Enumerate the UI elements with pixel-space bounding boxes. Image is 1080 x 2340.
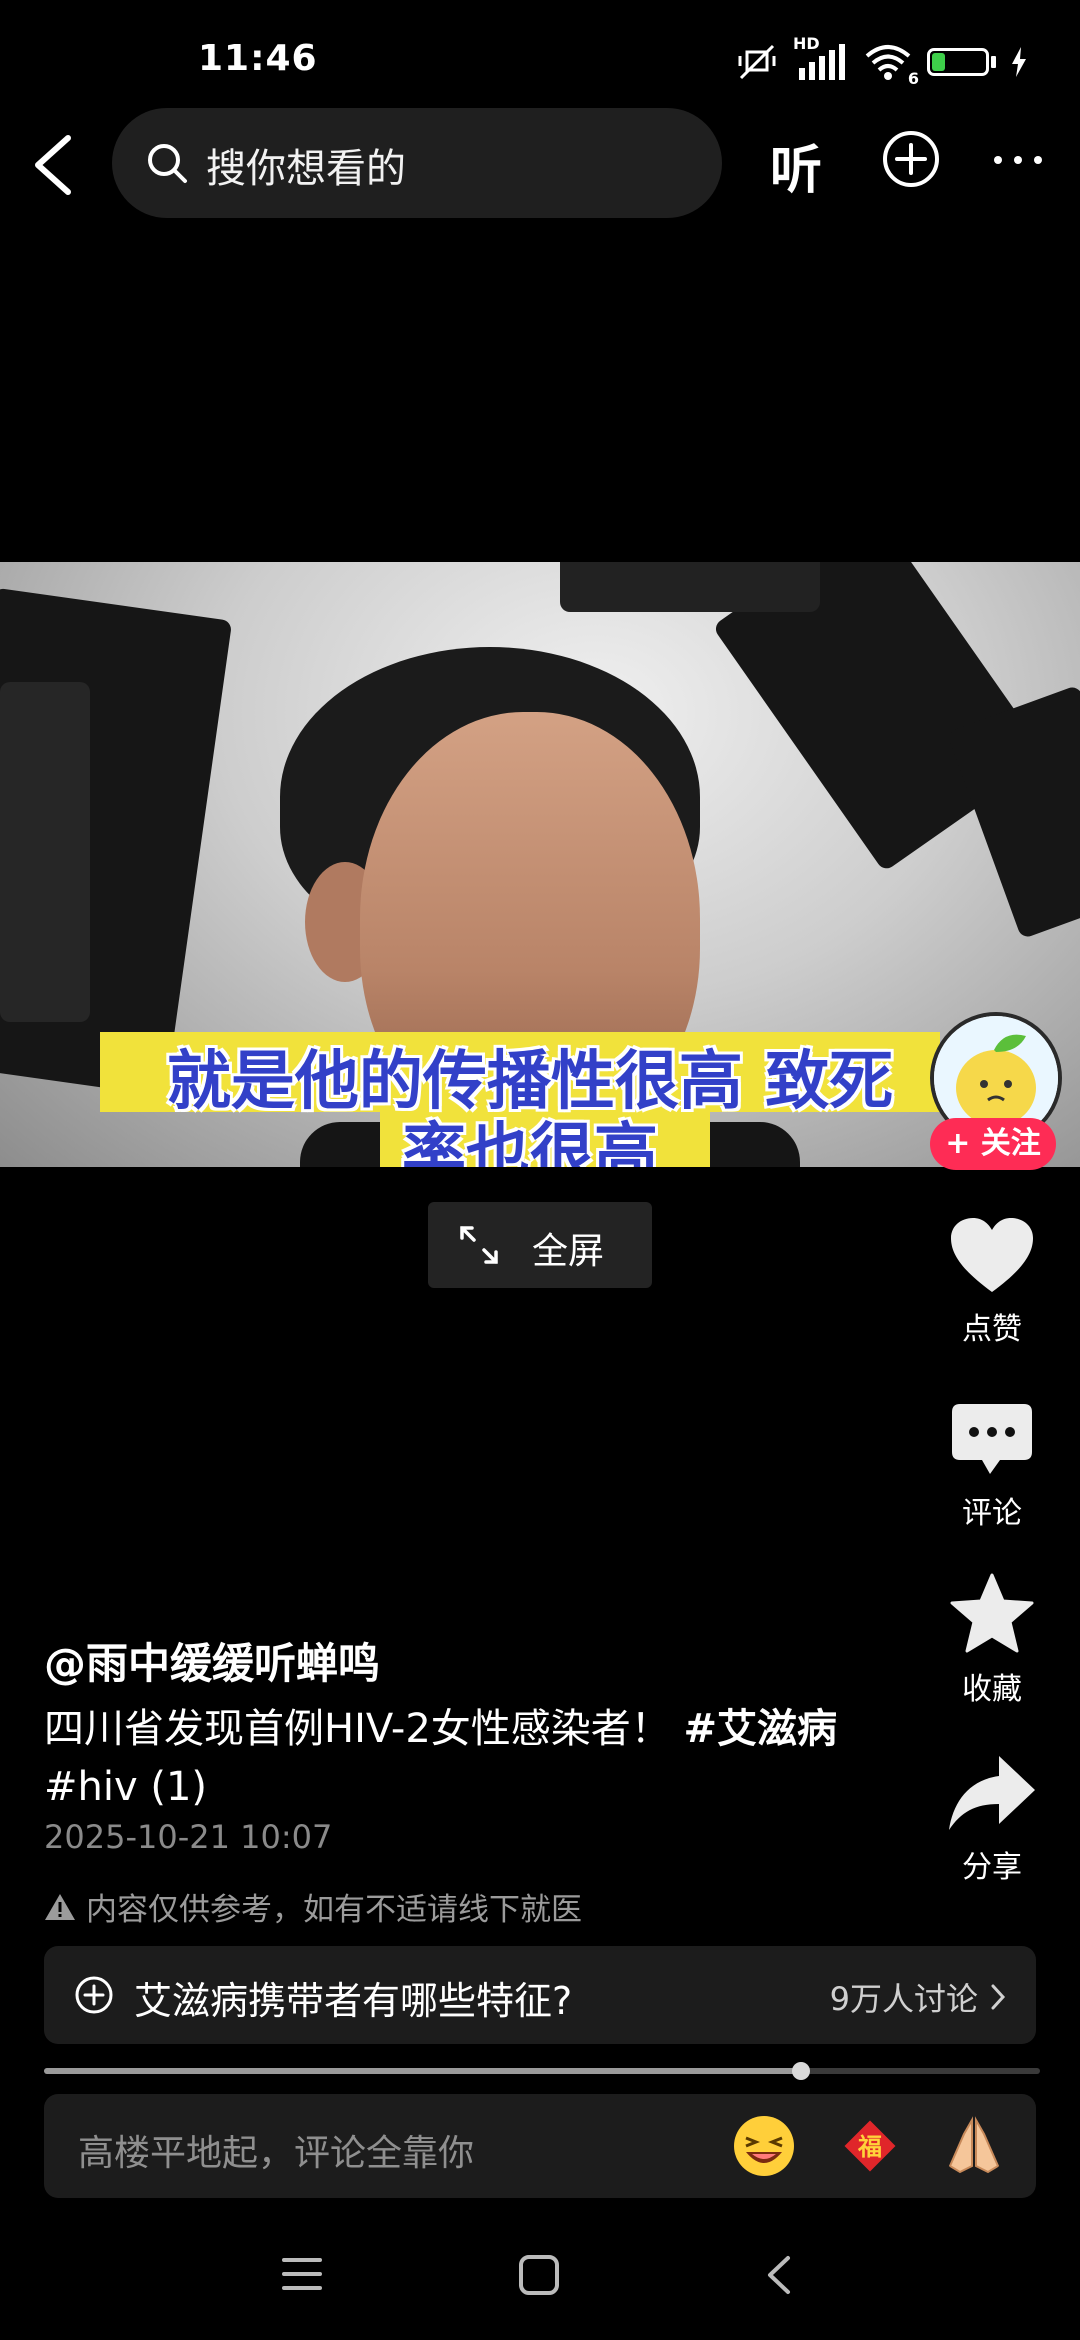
post-description: 四川省发现首例HIV-2女性感染者！ #艾滋病 #hiv (1) — [44, 1700, 874, 1816]
heart-icon — [951, 1218, 1033, 1292]
chevron-left-icon — [35, 135, 71, 195]
svg-text:福: 福 — [857, 2133, 882, 2161]
warning-icon — [45, 1893, 75, 1920]
pray-hands-emoji-icon[interactable] — [942, 2114, 1006, 2178]
listen-button[interactable]: 听 — [770, 128, 822, 203]
related-topic[interactable]: 艾滋病携带者有哪些特征? 9万人讨论 — [44, 1946, 1036, 2044]
expand-icon — [460, 1226, 498, 1264]
share-label: 分享 — [962, 1850, 1022, 1885]
search-placeholder: 搜你想看的 — [206, 146, 406, 192]
back-nav-icon[interactable] — [764, 2254, 792, 2296]
star-icon — [950, 1573, 1034, 1653]
plus-circle-icon — [75, 1976, 113, 2014]
hashtag-suffix: (1) — [137, 1764, 208, 1810]
fortune-emoji-icon[interactable]: 福 — [838, 2114, 902, 2178]
chevron-right-icon — [991, 1984, 1006, 2010]
notice-text: 内容仅供参考，如有不适请线下就医 — [86, 1892, 582, 1928]
status-time: 11:46 — [198, 38, 318, 79]
more-dots-icon — [994, 156, 1042, 164]
topic-title: 艾滋病携带者有哪些特征? — [134, 1979, 573, 2023]
comment-button[interactable]: 评论 — [922, 1400, 1062, 1532]
subtitle-line2: 率也很高 — [402, 1117, 658, 1167]
charging-bolt-icon — [1012, 47, 1026, 77]
battery-icon: 31 — [927, 48, 989, 76]
favorite-button[interactable]: 收藏 — [922, 1572, 1062, 1708]
topic-count: 9万人讨论 — [829, 1980, 978, 2018]
hashtag-aids[interactable]: #艾滋病 — [684, 1706, 838, 1752]
description-text: 四川省发现首例HIV-2女性感染者！ — [44, 1706, 671, 1752]
system-navigation-bar — [0, 2230, 1080, 2340]
favorite-label: 收藏 — [962, 1672, 1022, 1707]
studio-light-left-small — [0, 682, 90, 1022]
wifi-standard-label: 6 — [907, 69, 919, 88]
share-button[interactable]: 分享 — [922, 1752, 1062, 1886]
battery-level: 31 — [944, 49, 972, 73]
status-icons: HD 6 31 — [735, 34, 1028, 88]
post-date: 2025-10-21 10:07 — [44, 1818, 333, 1856]
medical-notice: 内容仅供参考，如有不适请线下就医 — [44, 1884, 582, 1929]
like-button[interactable]: 点赞 — [922, 1216, 1062, 1348]
share-arrow-icon — [949, 1756, 1035, 1830]
more-button[interactable] — [992, 150, 1044, 170]
author-name[interactable]: @雨中缓缓听蝉鸣 — [44, 1630, 380, 1691]
cell-signal-icon: HD — [793, 34, 849, 82]
laughing-emoji-icon[interactable] — [732, 2114, 796, 2178]
comment-label: 评论 — [962, 1496, 1022, 1531]
studio-light-top — [560, 562, 820, 612]
search-input[interactable]: 搜你想看的 — [112, 108, 722, 218]
comment-input[interactable]: 高楼平地起，评论全靠你 福 — [44, 2094, 1036, 2198]
hashtag-hiv[interactable]: #hiv — [44, 1764, 138, 1810]
follow-button[interactable]: + 关注 — [930, 1118, 1056, 1170]
like-label: 点赞 — [962, 1312, 1022, 1347]
comment-placeholder: 高楼平地起，评论全靠你 — [78, 2133, 475, 2174]
video-progress-bar[interactable] — [44, 2062, 1040, 2080]
add-button[interactable] — [882, 130, 940, 188]
home-nav-icon[interactable] — [518, 2254, 560, 2296]
comment-bubble-icon — [952, 1404, 1032, 1474]
topic-discussions: 9万人讨论 — [830, 1974, 1006, 2020]
fullscreen-button[interactable]: 全屏 — [428, 1202, 652, 1288]
menu-nav-icon[interactable] — [282, 2256, 322, 2292]
progress-fill — [44, 2068, 801, 2074]
video-player[interactable]: 就是他的传播性很高 致死 率也很高 — [0, 562, 1080, 1167]
search-icon — [148, 144, 187, 183]
plus-circle-icon — [883, 131, 939, 187]
fullscreen-label: 全屏 — [532, 1231, 605, 1272]
back-button[interactable] — [24, 130, 84, 200]
mute-vibrate-icon — [738, 44, 776, 80]
battery-cap — [991, 56, 996, 68]
progress-handle[interactable] — [791, 2062, 810, 2080]
wifi-icon: 6 — [863, 42, 919, 88]
